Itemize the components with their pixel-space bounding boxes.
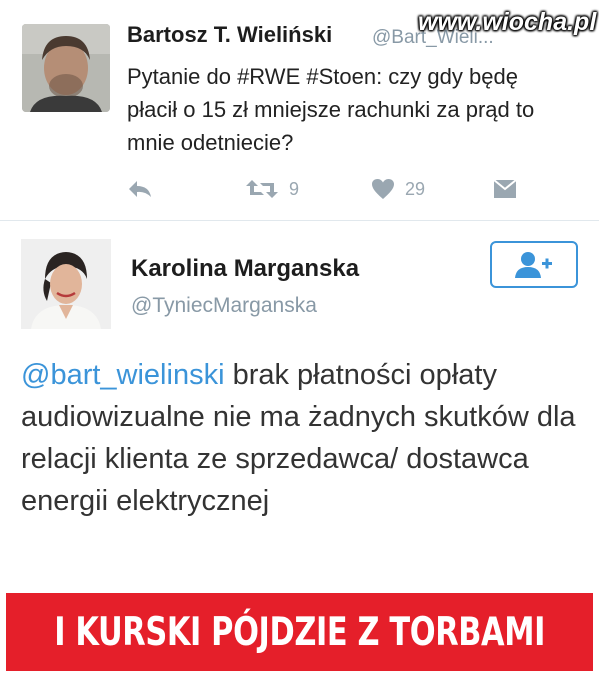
mention-link[interactable]: @bart_wielinski [21, 359, 225, 391]
reply-button[interactable] [127, 175, 153, 203]
tweet-text: Pytanie do #RWE #Stoen: czy gdy będę pła… [127, 64, 535, 155]
follow-button[interactable] [490, 241, 578, 288]
author-name[interactable]: Bartosz T. Wieliński [127, 22, 332, 48]
like-count: 29 [405, 178, 426, 199]
avatar-bartosz[interactable] [22, 24, 110, 112]
caption-text: I KURSKI PÓJDZIE Z TORBAMI [54, 609, 545, 655]
retweet-button[interactable]: 9 [245, 175, 299, 203]
tweet-divider [0, 220, 599, 221]
message-icon [493, 179, 517, 198]
like-button[interactable]: 29 [371, 175, 425, 203]
author-name[interactable]: Karolina Marganska [131, 255, 359, 283]
retweet-count: 9 [289, 178, 300, 199]
avatar-karolina[interactable] [21, 239, 111, 329]
tweet-text: @bart_wielinski brak płatności opłaty au… [21, 354, 581, 522]
caption-banner: I KURSKI PÓJDZIE Z TORBAMI [0, 587, 599, 677]
watermark: www.wiocha.pl [418, 8, 597, 36]
reply-icon [129, 181, 151, 197]
avatar-image [21, 239, 111, 329]
add-user-icon [515, 251, 552, 278]
heart-icon [372, 179, 394, 199]
caption-banner-fill: I KURSKI PÓJDZIE Z TORBAMI [6, 593, 593, 671]
author-handle[interactable]: @TyniecMarganska [131, 294, 317, 318]
message-button[interactable] [493, 175, 517, 203]
avatar-image [22, 24, 110, 112]
retweet-icon [246, 180, 278, 198]
